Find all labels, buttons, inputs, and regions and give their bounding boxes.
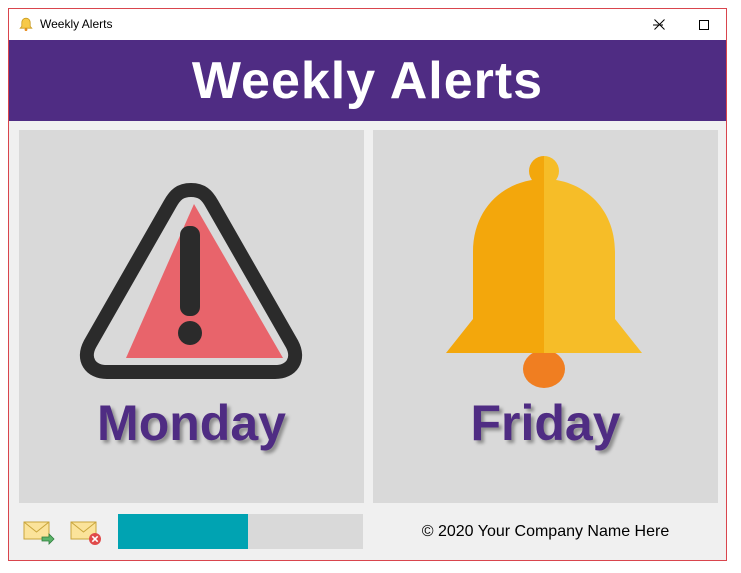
close-icon (653, 19, 665, 30)
title-bar[interactable]: Weekly Alerts (9, 9, 726, 40)
header-title: Weekly Alerts (191, 51, 544, 110)
friday-label: Friday (470, 395, 621, 451)
close-button[interactable] (636, 9, 682, 40)
bell-icon (446, 156, 642, 388)
warning-icon (79, 183, 303, 379)
mail-send-icon[interactable] (23, 518, 55, 546)
copyright-text: © 2020 Your Company Name Here (421, 523, 670, 540)
app-window: Weekly Alerts Weekly Alerts Monday Frida… (8, 8, 727, 561)
progress-bar (118, 514, 363, 549)
window-title: Weekly Alerts (40, 17, 113, 31)
bell-icon (19, 17, 33, 31)
progress-fill (118, 514, 248, 549)
mail-delete-icon[interactable] (70, 518, 102, 546)
status-bar: © 2020 Your Company Name Here (9, 505, 726, 560)
app-header: Weekly Alerts (9, 40, 726, 121)
maximize-button[interactable] (681, 9, 726, 40)
monday-label: Monday (97, 395, 286, 451)
monday-panel[interactable]: Monday (19, 130, 364, 503)
maximize-icon (699, 19, 709, 30)
friday-panel[interactable]: Friday (373, 130, 718, 503)
